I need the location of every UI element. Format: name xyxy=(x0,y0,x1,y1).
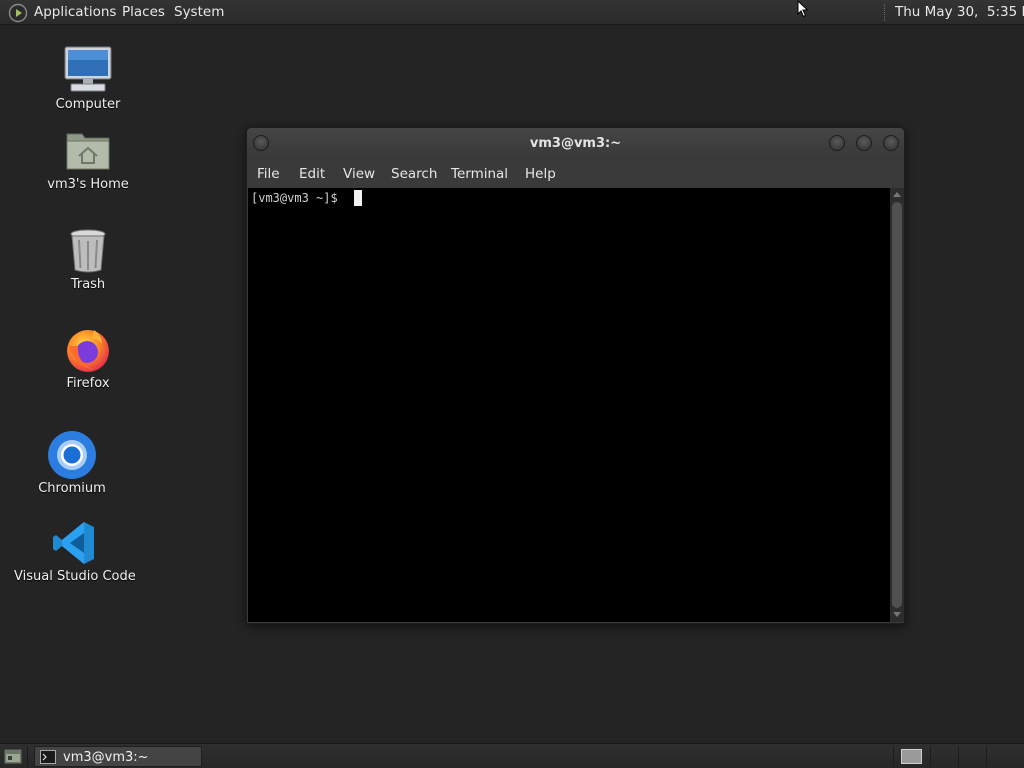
desktop-icon-home[interactable]: vm3's Home xyxy=(40,128,136,198)
workspace-1[interactable] xyxy=(901,749,922,764)
panel-separator xyxy=(884,4,886,21)
workspace-2[interactable] xyxy=(931,746,957,767)
menu-search[interactable]: Search xyxy=(391,160,437,188)
panel-separator xyxy=(27,746,28,767)
desktop-icon-chromium[interactable]: Chromium xyxy=(24,430,120,500)
menu-view[interactable]: View xyxy=(343,160,375,188)
desktop-icon-label: vm3's Home xyxy=(47,177,129,192)
menu-file[interactable]: File xyxy=(257,160,280,188)
menu-applications[interactable]: Applications xyxy=(34,0,116,25)
text-cursor xyxy=(354,190,362,206)
desktop-icon-trash[interactable]: Trash xyxy=(40,228,136,298)
desktop-icon-computer[interactable]: Computer xyxy=(40,44,136,116)
shell-prompt: [vm3@vm3 ~]$ xyxy=(251,191,345,205)
menu-places[interactable]: Places xyxy=(122,0,165,25)
chromium-icon xyxy=(48,431,96,479)
menu-system[interactable]: System xyxy=(174,0,224,25)
firefox-icon xyxy=(67,330,109,372)
trash-icon xyxy=(70,229,106,273)
applications-logo-icon[interactable] xyxy=(8,3,28,23)
terminal-menubar: File Edit View Search Terminal Help xyxy=(247,160,904,188)
terminal-app-icon xyxy=(40,750,56,764)
desktop-icon-label: Computer xyxy=(55,97,121,112)
scroll-up-arrow-icon[interactable] xyxy=(893,192,901,197)
menu-help[interactable]: Help xyxy=(525,160,556,188)
vscode-icon xyxy=(53,522,94,564)
desktop-icon-label: Chromium xyxy=(38,481,106,496)
maximize-button[interactable] xyxy=(856,135,872,151)
mouse-pointer-icon xyxy=(797,0,809,18)
menu-edit[interactable]: Edit xyxy=(299,160,325,188)
top-panel: Applications Places System Thu May 30, 5… xyxy=(0,0,1024,25)
home-folder-icon xyxy=(66,133,110,170)
window-title: vm3@vm3:~ xyxy=(529,136,622,151)
clock[interactable]: Thu May 30, 5:35 PM xyxy=(895,0,1024,25)
desktop-icon-label: Firefox xyxy=(66,376,110,391)
desktop-icon-firefox[interactable]: Firefox xyxy=(40,326,136,396)
vertical-scrollbar[interactable] xyxy=(890,188,904,622)
desktop-icon-label: Trash xyxy=(70,277,106,292)
desktop-icon-label: Visual Studio Code xyxy=(14,569,136,584)
panel-separator xyxy=(893,746,894,767)
scrollbar-thumb[interactable] xyxy=(892,202,902,608)
close-button[interactable] xyxy=(883,135,899,151)
taskbar-window-button[interactable]: vm3@vm3:~ xyxy=(34,746,202,767)
terminal-content[interactable]: [vm3@vm3 ~]$ xyxy=(248,188,890,622)
menu-terminal[interactable]: Terminal xyxy=(451,160,508,188)
terminal-titlebar[interactable]: vm3@vm3:~ xyxy=(247,128,904,160)
scroll-down-arrow-icon[interactable] xyxy=(893,612,901,617)
desktop-icon-vscode[interactable]: Visual Studio Code xyxy=(14,520,136,590)
terminal-window[interactable]: vm3@vm3:~ File Edit View Search Terminal… xyxy=(246,127,905,624)
workspace-3[interactable] xyxy=(959,746,985,767)
bottom-panel: vm3@vm3:~ xyxy=(0,743,1024,768)
show-desktop-icon[interactable] xyxy=(3,748,23,765)
minimize-button[interactable] xyxy=(829,135,845,151)
taskbar-window-label: vm3@vm3:~ xyxy=(63,750,149,765)
workspace-4[interactable] xyxy=(987,746,1017,767)
computer-icon xyxy=(64,46,112,92)
